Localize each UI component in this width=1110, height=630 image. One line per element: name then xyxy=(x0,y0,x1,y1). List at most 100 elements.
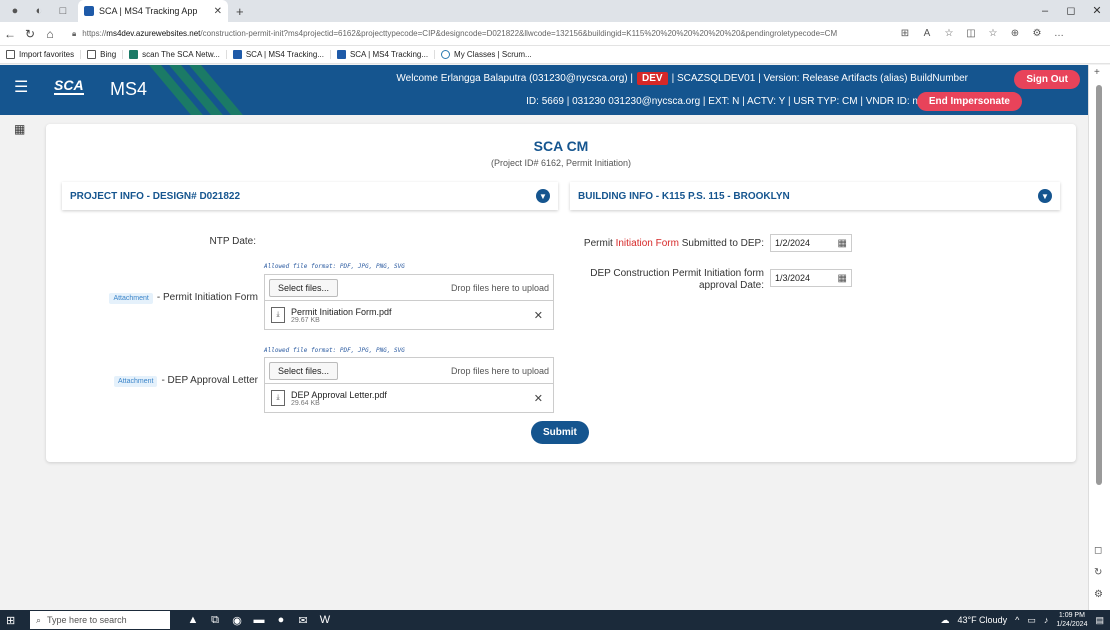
end-impersonate-button[interactable]: End Impersonate xyxy=(916,92,1022,111)
project-info-panel[interactable]: PROJECT INFO - DESIGN# D021822 ▼ xyxy=(62,182,558,210)
notifications-icon[interactable]: ▤ xyxy=(1095,615,1104,626)
page-title: SCA CM xyxy=(533,138,589,154)
attachment-badge: Attachment xyxy=(114,376,158,387)
task-view-icon[interactable]: ⧉ xyxy=(204,614,226,627)
volume-icon[interactable]: ♪ xyxy=(1044,615,1049,625)
chevron-down-icon[interactable]: ▼ xyxy=(536,189,550,203)
submitted-date-picker[interactable]: 1/2/2024 ▦ xyxy=(770,234,852,252)
taskbar-apps: ▲ ⧉ ◉ ▬ ● ✉ W xyxy=(182,614,336,627)
browser-tab[interactable]: SCA | MS4 Tracking App ✕ xyxy=(78,0,228,22)
sca-logo: SCA xyxy=(54,77,84,95)
welcome-text: Welcome Erlangga Balaputra (031230@nycsc… xyxy=(396,73,633,84)
back-icon[interactable]: ← xyxy=(0,27,20,41)
folder-icon xyxy=(6,50,15,59)
system-tray: ☁ 43°F Cloudy ^ ▭ ♪ 1:09 PM 1/24/2024 ▤ xyxy=(940,611,1104,629)
workspaces-icon[interactable]: ◐ xyxy=(30,2,48,20)
tray-chevron-icon[interactable]: ^ xyxy=(1015,615,1019,625)
attachment-badge: Attachment xyxy=(109,293,153,304)
building-info-panel[interactable]: BUILDING INFO - K115 P.S. 115 - BROOKLYN… xyxy=(570,182,1060,210)
collections-icon[interactable]: ⊕ xyxy=(1004,28,1026,39)
env-badge: DEV xyxy=(637,72,668,85)
app-available-icon[interactable]: ⊞ xyxy=(894,28,916,39)
submit-button[interactable]: Submit xyxy=(531,421,589,444)
favorite-star-icon[interactable]: ☆ xyxy=(938,28,960,39)
refresh-icon[interactable]: ↻ xyxy=(20,27,40,41)
lock-icon: 🔒︎ xyxy=(72,28,77,38)
search-icon: ⌕ xyxy=(36,614,42,625)
calendar-icon[interactable]: ▦ xyxy=(838,273,847,284)
widgets-icon[interactable]: ▲ xyxy=(182,614,204,627)
app-name: MS4 xyxy=(110,79,148,99)
permit-form-label: Attachment - Permit Initiation Form xyxy=(96,292,258,304)
remove-file-icon[interactable]: ✕ xyxy=(534,392,543,405)
sign-out-button[interactable]: Sign Out xyxy=(1014,70,1080,89)
favorite-ms4-1[interactable]: SCA | MS4 Tracking... xyxy=(227,50,331,59)
favorites-bar: Import favorites Bing scan The SCA Netw.… xyxy=(0,46,1110,64)
chevron-down-icon[interactable]: ▼ xyxy=(1038,189,1052,203)
pdf-file-icon: ⤓ xyxy=(271,390,285,406)
extensions-icon[interactable]: ⚙ xyxy=(1026,28,1048,39)
sidebar-panel-icon[interactable]: ◻ xyxy=(1094,545,1102,556)
browser-tab-bar: ● ◐ □ SCA | MS4 Tracking App ✕ + – ◻ ✕ xyxy=(0,0,1110,22)
favorite-ms4-2[interactable]: SCA | MS4 Tracking... xyxy=(331,50,436,59)
apps-grid-icon[interactable]: ▦ xyxy=(14,122,25,136)
windows-start-icon[interactable]: ⊞ xyxy=(6,614,24,627)
select-files-button[interactable]: Select files... xyxy=(269,361,339,380)
network-icon[interactable]: ▭ xyxy=(1027,615,1036,626)
app-header: ☰ SCA MS4 Welcome Erlangga Balaputra (03… xyxy=(0,65,1088,115)
sidebar-settings-icon[interactable]: ⚙ xyxy=(1094,589,1103,600)
calendar-icon[interactable]: ▦ xyxy=(838,238,847,249)
sidebar-add-icon[interactable]: + xyxy=(1094,67,1100,78)
profile-icon[interactable]: ● xyxy=(6,2,24,20)
sidebar-refresh-icon[interactable]: ↻ xyxy=(1094,567,1102,578)
weather-text[interactable]: 43°F Cloudy xyxy=(957,615,1007,625)
uploaded-file: ⤓ DEP Approval Letter.pdf 29.64 KB ✕ xyxy=(264,383,554,413)
edge-icon[interactable]: ◉ xyxy=(226,614,248,627)
drop-zone[interactable]: Drop files here to upload xyxy=(451,283,549,293)
url-path: /construction-permit-init?ms4projectid=6… xyxy=(200,29,838,38)
favorite-sca-network[interactable]: scan The SCA Netw... xyxy=(123,50,227,59)
ntp-date-label: NTP Date: xyxy=(209,236,257,247)
favorites-icon[interactable]: ☆ xyxy=(982,28,1004,39)
project-info-title: PROJECT INFO - DESIGN# D021822 xyxy=(70,190,241,202)
close-window-icon[interactable]: ✕ xyxy=(1084,0,1110,22)
taskbar-search[interactable]: ⌕ Type here to search xyxy=(30,611,170,629)
minimize-icon[interactable]: – xyxy=(1032,0,1058,22)
url-prefix: https:// xyxy=(82,29,107,38)
welcome-line: Welcome Erlangga Balaputra (031230@nycsc… xyxy=(396,72,968,85)
drop-zone[interactable]: Drop files here to upload xyxy=(451,366,549,376)
clock[interactable]: 1:09 PM 1/24/2024 xyxy=(1056,611,1087,629)
approval-date-picker[interactable]: 1/3/2024 ▦ xyxy=(770,269,852,287)
sca-icon xyxy=(129,50,139,59)
scrum-icon xyxy=(441,50,451,59)
more-icon[interactable]: … xyxy=(1048,28,1070,39)
favorite-import[interactable]: Import favorites xyxy=(0,50,82,59)
dep-letter-label: Attachment - DEP Approval Letter xyxy=(96,375,258,387)
select-files-button[interactable]: Select files... xyxy=(269,278,339,297)
chrome-icon[interactable]: ● xyxy=(270,614,292,627)
tab-actions-icon[interactable]: □ xyxy=(54,2,72,20)
url-field[interactable]: 🔒︎ https://ms4dev.azurewebsites.net/cons… xyxy=(66,25,886,43)
search-placeholder: Type here to search xyxy=(47,615,127,625)
favorite-bing[interactable]: Bing xyxy=(81,50,124,59)
new-tab-icon[interactable]: + xyxy=(236,4,244,19)
outlook-icon[interactable]: ✉ xyxy=(292,614,314,627)
menu-icon[interactable]: ☰ xyxy=(14,80,28,96)
split-screen-icon[interactable]: ◫ xyxy=(960,28,982,39)
favorite-scrum[interactable]: My Classes | Scrum... xyxy=(435,50,538,59)
word-icon[interactable]: W xyxy=(314,614,336,627)
permit-card: SCA CM (Project ID# 6162, Permit Initiat… xyxy=(46,124,1076,462)
sca-icon xyxy=(336,50,346,59)
page-icon xyxy=(87,50,97,59)
address-bar: ← ↻ ⌂ 🔒︎ https://ms4dev.azurewebsites.ne… xyxy=(0,22,1110,46)
home-icon[interactable]: ⌂ xyxy=(40,27,60,41)
remove-file-icon[interactable]: ✕ xyxy=(534,309,543,322)
browser-sidebar: + ◻ ↻ ⚙ xyxy=(1088,65,1110,610)
restore-icon[interactable]: ◻ xyxy=(1058,0,1084,22)
scrollbar-thumb[interactable] xyxy=(1096,85,1102,485)
close-tab-icon[interactable]: ✕ xyxy=(214,6,222,17)
windows-taskbar: ⊞ ⌕ Type here to search ▲ ⧉ ◉ ▬ ● ✉ W ☁ … xyxy=(0,610,1110,630)
dep-letter-upload: Select files... Drop files here to uploa… xyxy=(264,357,554,383)
read-aloud-icon[interactable]: A xyxy=(916,28,938,39)
file-explorer-icon[interactable]: ▬ xyxy=(248,614,270,627)
